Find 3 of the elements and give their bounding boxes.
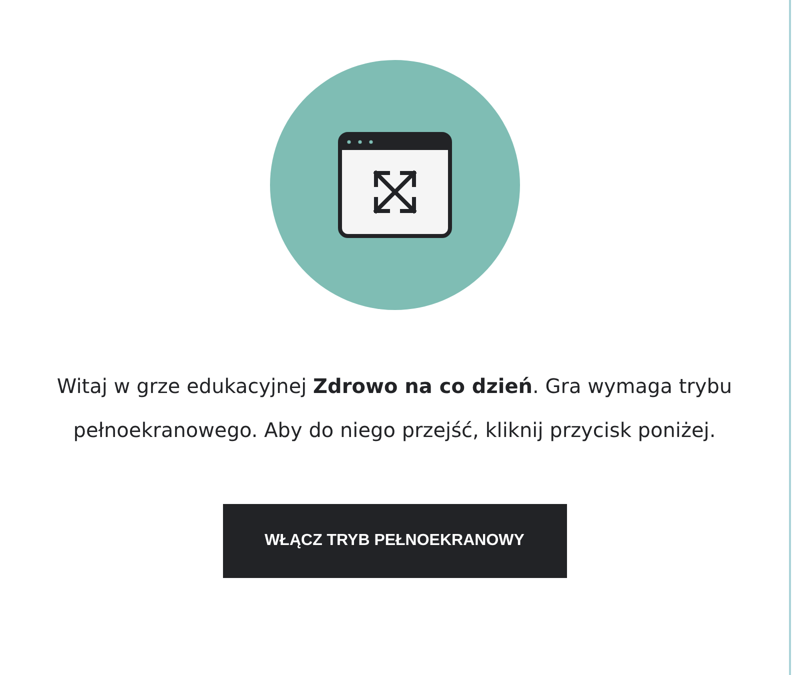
intro-text: Witaj w grze edukacyjnej Zdrowo na co dzień. Gra wymaga trybu pełnoekranowego. Aby do niego przejść, kliknij przycisk poniżej. bbox=[56, 373, 734, 444]
fullscreen-window-icon bbox=[338, 132, 452, 238]
fullscreen-button[interactable]: WŁĄCZ TRYB PEŁNOEKRANOWY bbox=[222, 504, 566, 578]
